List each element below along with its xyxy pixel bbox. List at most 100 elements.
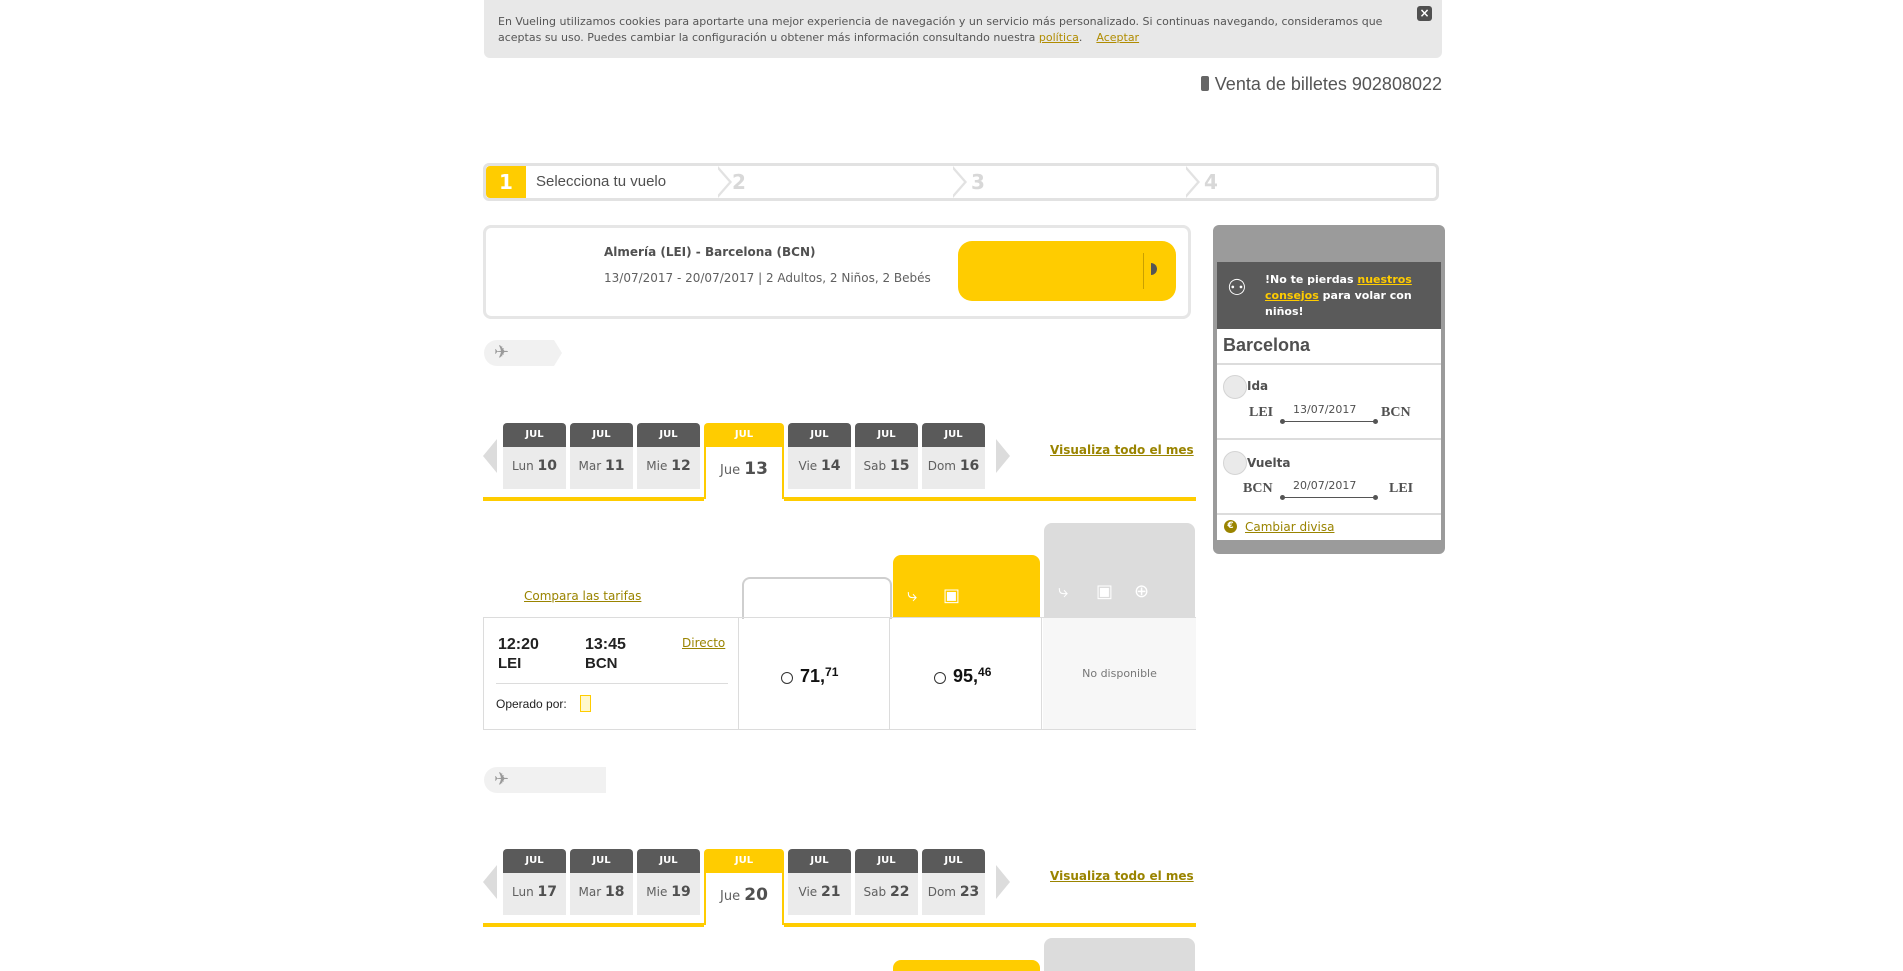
modify-search-button[interactable]: [958, 241, 1176, 301]
fare-header-optima[interactable]: ⤷ ▣: [893, 555, 1040, 617]
flight-row: 12:20 LEI 13:45 BCN Directo Operado por:…: [483, 617, 1196, 730]
chevron-left-icon[interactable]: [483, 439, 497, 473]
fare-header-optima[interactable]: [893, 960, 1040, 971]
seat-icon: ⤷: [1058, 581, 1069, 602]
route-line: [1283, 497, 1375, 498]
day-number: 20: [744, 885, 768, 905]
see-month-link[interactable]: Visualiza todo el mes: [1050, 869, 1194, 883]
date-option[interactable]: JUL Dom 16: [922, 423, 985, 489]
date-month: JUL: [922, 423, 985, 447]
compare-fares-link[interactable]: Compara las tarifas: [524, 589, 641, 603]
tab-tip: [554, 340, 562, 366]
divider: [1217, 363, 1441, 365]
date-day: Lun 17: [503, 873, 566, 915]
weekday: Jue: [720, 889, 741, 904]
outbound-to: BCN: [1381, 405, 1411, 420]
date-day: Sab 15: [855, 447, 918, 489]
weekday: Dom: [927, 459, 956, 473]
return-label: Vuelta: [1247, 456, 1291, 470]
outbound-from: LEI: [1249, 405, 1274, 420]
button-divider: [1143, 253, 1144, 289]
strip-underline: [483, 497, 704, 501]
return-date: 20/07/2017: [1293, 479, 1357, 492]
fare-header-timeflex[interactable]: [1044, 938, 1195, 971]
return-from: BCN: [1243, 481, 1273, 496]
date-month: JUL: [704, 849, 784, 873]
date-day: Jue 13: [704, 447, 784, 499]
date-day: Vie 14: [788, 447, 851, 489]
search-summary: Almería (LEI) - Barcelona (BCN) 13/07/20…: [483, 225, 1191, 319]
optima-fare-radio[interactable]: [934, 672, 946, 684]
weekday: Sab: [863, 885, 887, 899]
date-month: JUL: [855, 423, 918, 447]
step-separator: [1183, 166, 1197, 198]
day-number: 17: [537, 884, 557, 900]
date-option[interactable]: JUL Mie 19: [637, 849, 700, 915]
date-month: JUL: [855, 849, 918, 873]
family-icon: ⚇: [1227, 276, 1247, 301]
arrival-time: 13:45: [585, 636, 626, 653]
step-separator: [950, 166, 964, 198]
date-month: JUL: [788, 849, 851, 873]
weekday: Mar: [578, 459, 602, 473]
plane-icon: ✈: [494, 342, 510, 363]
return-to: LEI: [1389, 481, 1414, 496]
outbound-flight-tab: ✈: [484, 340, 554, 366]
step-3-number: 3: [971, 170, 985, 194]
fare-header-basic[interactable]: [742, 577, 892, 619]
weekday: Mie: [646, 885, 668, 899]
date-option[interactable]: JUL Lun 17: [503, 849, 566, 915]
date-day: Mar 18: [570, 873, 633, 915]
close-icon[interactable]: ×: [1417, 6, 1432, 21]
date-option[interactable]: JUL Dom 23: [922, 849, 985, 915]
day-number: 19: [671, 884, 691, 900]
phone-label: Venta de billetes 902808022: [1214, 74, 1442, 94]
date-option[interactable]: JUL Lun 10: [503, 423, 566, 489]
phone-sales: Venta de billetes 902808022: [1200, 74, 1442, 95]
cookie-policy-link[interactable]: política: [1039, 31, 1079, 44]
date-option[interactable]: JUL Mar 11: [570, 423, 633, 489]
chevron-left-icon[interactable]: [483, 865, 497, 899]
step-1-label: Selecciona tu vuelo: [536, 173, 667, 190]
weekday: Jue: [720, 463, 741, 478]
dates-passengers-text: 13/07/2017 - 20/07/2017 | 2 Adultos, 2 N…: [604, 271, 931, 285]
chevron-right-icon[interactable]: [996, 865, 1010, 899]
date-option[interactable]: JUL Mar 18: [570, 849, 633, 915]
price-integer: 71,: [800, 666, 826, 686]
cookie-message: En Vueling utilizamos cookies para aport…: [498, 15, 1383, 44]
luggage-icon: ▣: [1096, 581, 1114, 602]
date-option-selected[interactable]: JUL Jue 13: [704, 423, 784, 503]
date-option[interactable]: JUL Mie 12: [637, 423, 700, 489]
departure-code: LEI: [498, 655, 522, 672]
date-option[interactable]: JUL Sab 15: [855, 423, 918, 489]
date-month: JUL: [704, 423, 784, 447]
date-option[interactable]: JUL Sab 22: [855, 849, 918, 915]
optima-fare-price: 95,46: [953, 665, 991, 687]
date-option[interactable]: JUL Vie 14: [788, 423, 851, 489]
date-month: JUL: [503, 423, 566, 447]
chevron-right-icon[interactable]: [996, 439, 1010, 473]
day-number: 12: [671, 458, 691, 474]
day-number: 23: [959, 884, 980, 900]
date-option[interactable]: JUL Vie 21: [788, 849, 851, 915]
change-currency-link[interactable]: Cambiar divisa: [1245, 520, 1334, 534]
date-day: Lun 10: [503, 447, 566, 489]
outbound-date-strip: JUL Lun 10 JUL Mar 11 JUL Mie 12 JUL Jue…: [483, 423, 1196, 501]
strip-underline: [784, 497, 1196, 501]
divider: [1217, 438, 1441, 440]
cookie-accept-link[interactable]: Aceptar: [1096, 31, 1139, 44]
airline-logo: [580, 695, 591, 712]
step-2-number: 2: [732, 170, 746, 194]
step-4-number: 4: [1204, 170, 1218, 194]
fare-header-timeflex[interactable]: ⤷ ▣ ⊕: [1044, 523, 1195, 617]
cell-divider: [738, 618, 739, 729]
direct-link[interactable]: Directo: [682, 636, 725, 650]
phone-icon: [1200, 76, 1209, 91]
date-day: Mie 12: [637, 447, 700, 489]
basic-fare-radio[interactable]: [781, 672, 793, 684]
see-month-link[interactable]: Visualiza todo el mes: [1050, 443, 1194, 457]
date-option-selected[interactable]: JUL Jue 20: [704, 849, 784, 929]
date-month: JUL: [788, 423, 851, 447]
step-separator: [715, 166, 729, 198]
date-day: Dom 23: [922, 873, 985, 915]
